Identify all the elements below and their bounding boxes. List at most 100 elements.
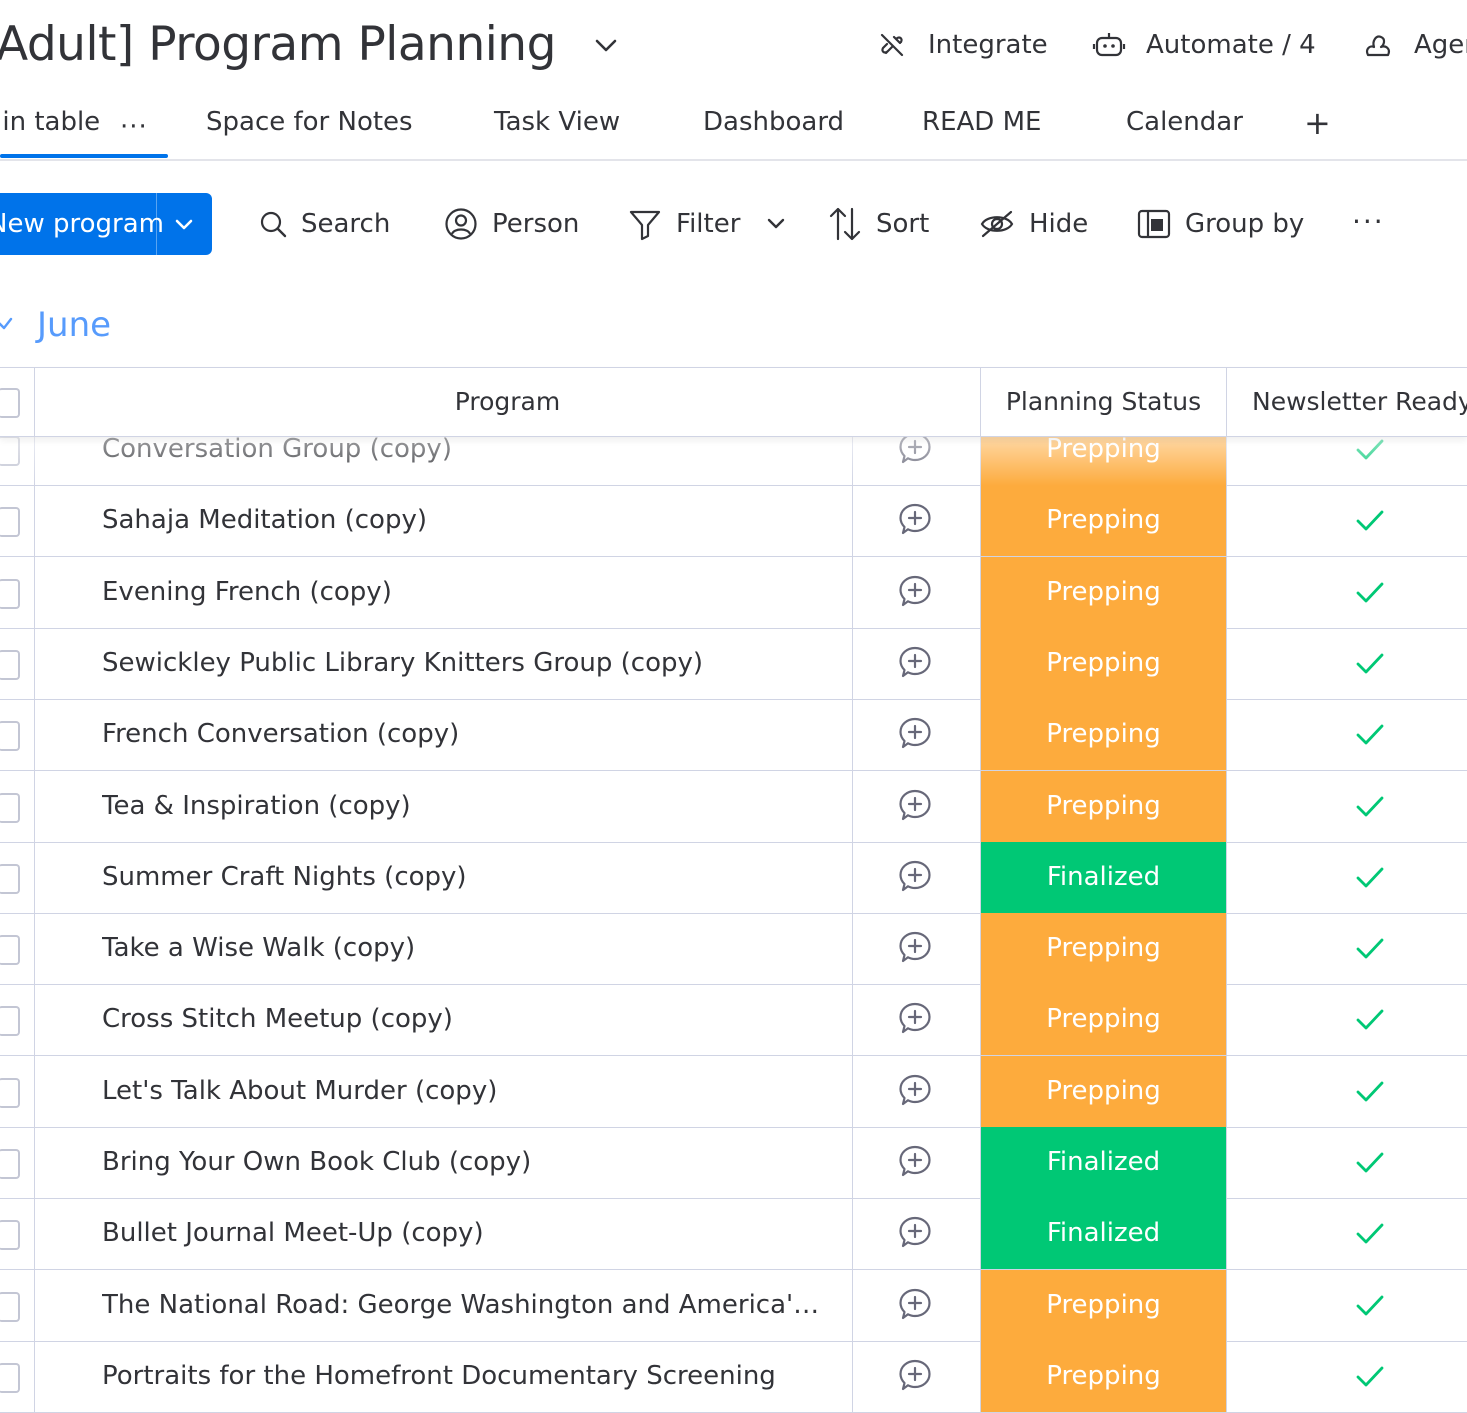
table-row[interactable]: The National Road: George Washington and…	[0, 1270, 1467, 1342]
group-by-button[interactable]: Group by	[1137, 198, 1304, 250]
add-update-icon[interactable]	[897, 1358, 933, 1394]
add-update-icon[interactable]	[897, 502, 933, 538]
program-name[interactable]: Sahaja Meditation (copy)	[102, 485, 832, 556]
program-name[interactable]: Evening French (copy)	[102, 557, 832, 628]
table-row[interactable]: Evening French (copy) Prepping	[0, 557, 1467, 629]
column-header-newsletter-ready[interactable]: Newsletter Ready	[1227, 368, 1467, 436]
checkmark-icon[interactable]	[1355, 866, 1385, 890]
row-checkbox[interactable]	[0, 721, 20, 751]
row-checkbox[interactable]	[0, 1363, 20, 1393]
program-name[interactable]: Take a Wise Walk (copy)	[102, 913, 832, 984]
program-name[interactable]: Let's Talk About Murder (copy)	[102, 1056, 832, 1127]
tab-more-icon[interactable]: ···	[120, 112, 148, 142]
column-header-planning-status[interactable]: Planning Status	[981, 368, 1226, 436]
add-update-icon[interactable]	[897, 788, 933, 824]
add-update-icon[interactable]	[897, 645, 933, 681]
add-update-icon[interactable]	[897, 716, 933, 752]
program-name[interactable]: French Conversation (copy)	[102, 699, 832, 770]
checkmark-icon[interactable]	[1355, 1008, 1385, 1032]
automate-button[interactable]: Automate / 4	[1092, 22, 1316, 68]
new-program-button[interactable]: New program	[0, 193, 212, 255]
row-checkbox[interactable]	[0, 864, 20, 894]
program-name[interactable]: Bullet Journal Meet-Up (copy)	[102, 1198, 832, 1269]
checkmark-icon[interactable]	[1355, 795, 1385, 819]
sort-button[interactable]: Sort	[828, 198, 929, 250]
checkmark-icon[interactable]	[1355, 723, 1385, 747]
row-checkbox[interactable]	[0, 579, 20, 609]
program-name[interactable]: Portraits for the Homefront Documentary …	[102, 1341, 832, 1412]
table-row[interactable]: Sewickley Public Library Knitters Group …	[0, 628, 1467, 700]
add-update-icon[interactable]	[897, 1144, 933, 1180]
checkmark-icon[interactable]	[1355, 1151, 1385, 1175]
checkmark-icon[interactable]	[1355, 1294, 1385, 1318]
planning-status-cell[interactable]: Prepping	[981, 771, 1226, 842]
column-header-program[interactable]: Program	[35, 368, 980, 436]
program-name[interactable]: Bring Your Own Book Club (copy)	[102, 1127, 832, 1198]
tab-calendar[interactable]: Calendar	[1126, 98, 1243, 146]
checkmark-icon[interactable]	[1355, 1365, 1385, 1389]
tab-task-view[interactable]: Task View	[494, 98, 620, 146]
add-update-icon[interactable]	[897, 930, 933, 966]
select-all-checkbox[interactable]	[0, 388, 20, 418]
tab-space-for-notes[interactable]: Space for Notes	[206, 98, 413, 146]
add-update-icon[interactable]	[897, 574, 933, 610]
row-checkbox[interactable]	[0, 793, 20, 823]
person-filter-button[interactable]: Person	[444, 198, 579, 250]
planning-status-cell[interactable]: Prepping	[981, 699, 1226, 770]
chevron-down-icon[interactable]	[592, 32, 620, 60]
program-name[interactable]: Tea & Inspiration (copy)	[102, 771, 832, 842]
planning-status-cell[interactable]: Prepping	[981, 1056, 1226, 1127]
checkmark-icon[interactable]	[1355, 937, 1385, 961]
row-checkbox[interactable]	[0, 650, 20, 680]
more-options-icon[interactable]: ···	[1352, 205, 1385, 238]
row-checkbox[interactable]	[0, 1292, 20, 1322]
program-name[interactable]: The National Road: George Washington and…	[102, 1270, 832, 1341]
checkmark-icon[interactable]	[1355, 509, 1385, 533]
checkmark-icon[interactable]	[1355, 1080, 1385, 1104]
add-update-icon[interactable]	[897, 859, 933, 895]
planning-status-cell[interactable]: Finalized	[981, 842, 1226, 913]
planning-status-cell[interactable]: Prepping	[981, 1341, 1226, 1412]
table-row[interactable]: Sahaja Meditation (copy) Prepping	[0, 485, 1467, 557]
table-row[interactable]: Portraits for the Homefront Documentary …	[0, 1341, 1467, 1413]
agents-button[interactable]: Agents	[1362, 22, 1467, 68]
table-row[interactable]: Tea & Inspiration (copy) Prepping	[0, 771, 1467, 843]
filter-chevron-down-icon[interactable]	[765, 212, 787, 234]
integrate-button[interactable]: Integrate	[876, 22, 1048, 68]
row-checkbox[interactable]	[0, 507, 20, 537]
chevron-down-icon[interactable]	[172, 212, 196, 236]
board-title[interactable]: Adult] Program Planning	[0, 10, 556, 80]
table-row[interactable]: Cross Stitch Meetup (copy) Prepping	[0, 984, 1467, 1056]
row-checkbox[interactable]	[0, 1149, 20, 1179]
group-title[interactable]: June	[37, 300, 111, 350]
search-button[interactable]: Search	[259, 198, 390, 250]
table-row[interactable]: Let's Talk About Murder (copy) Prepping	[0, 1056, 1467, 1128]
add-view-button[interactable]: +	[1304, 104, 1331, 142]
planning-status-cell[interactable]: Prepping	[981, 557, 1226, 628]
planning-status-cell[interactable]: Prepping	[981, 485, 1226, 556]
table-row[interactable]: Take a Wise Walk (copy) Prepping	[0, 913, 1467, 985]
program-name[interactable]: Summer Craft Nights (copy)	[102, 842, 832, 913]
program-name[interactable]: Cross Stitch Meetup (copy)	[102, 984, 832, 1055]
planning-status-cell[interactable]: Finalized	[981, 1127, 1226, 1198]
add-update-icon[interactable]	[897, 1287, 933, 1323]
checkmark-icon[interactable]	[1355, 438, 1385, 462]
checkmark-icon[interactable]	[1355, 581, 1385, 605]
add-update-icon[interactable]	[897, 1001, 933, 1037]
table-row[interactable]: Bullet Journal Meet-Up (copy) Finalized	[0, 1198, 1467, 1270]
table-row[interactable]: French Conversation (copy) Prepping	[0, 699, 1467, 771]
add-update-icon[interactable]	[897, 1073, 933, 1109]
planning-status-cell[interactable]: Prepping	[981, 628, 1226, 699]
planning-status-cell[interactable]: Finalized	[981, 1198, 1226, 1269]
row-checkbox[interactable]	[0, 1006, 20, 1036]
hide-button[interactable]: Hide	[979, 198, 1088, 250]
row-checkbox[interactable]	[0, 436, 20, 466]
checkmark-icon[interactable]	[1355, 1222, 1385, 1246]
filter-button[interactable]: Filter	[628, 198, 740, 250]
tab-main-table[interactable]: Main table	[0, 98, 100, 146]
table-row[interactable]: Summer Craft Nights (copy) Finalized	[0, 842, 1467, 914]
row-checkbox[interactable]	[0, 1220, 20, 1250]
planning-status-cell[interactable]: Prepping	[981, 984, 1226, 1055]
group-collapse-chevron-icon[interactable]	[0, 314, 16, 334]
row-checkbox[interactable]	[0, 935, 20, 965]
